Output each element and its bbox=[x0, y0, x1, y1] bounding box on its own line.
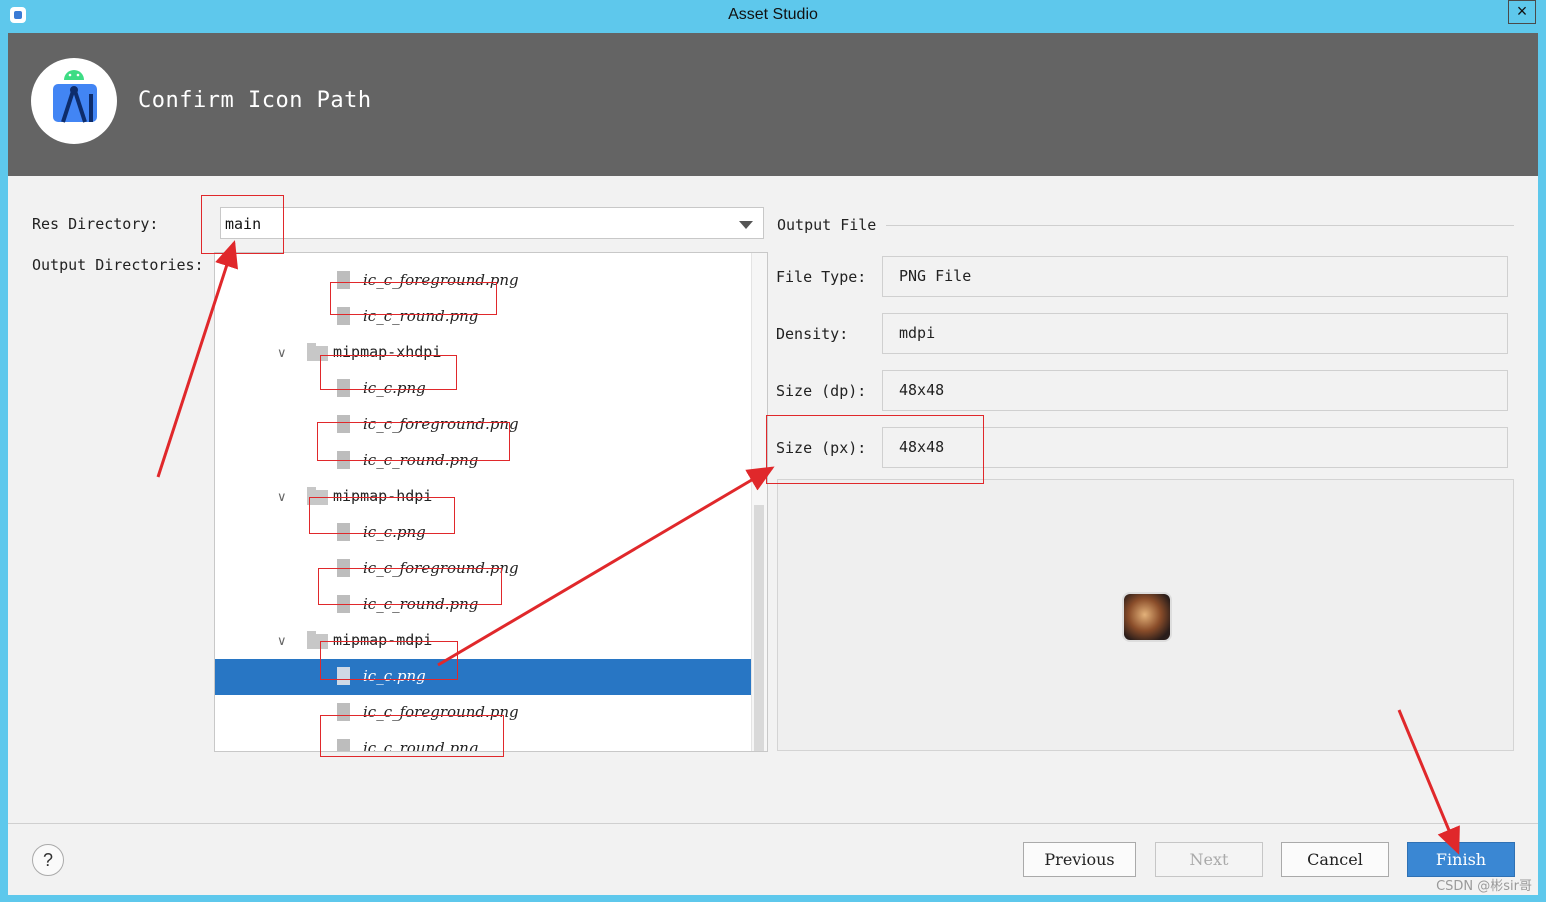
size-dp-label: Size (dp): bbox=[776, 382, 867, 400]
window-title: Asset Studio bbox=[728, 6, 818, 23]
page-title: Confirm Icon Path bbox=[138, 88, 372, 113]
footer-divider bbox=[8, 823, 1538, 824]
res-directory-label: Res Directory: bbox=[32, 215, 159, 233]
tree-folder-row[interactable]: ∨ mipmap-xhdpi bbox=[215, 335, 767, 371]
folder-icon bbox=[307, 343, 328, 361]
size-dp-field: 48x48 bbox=[882, 370, 1508, 411]
icon-preview-image bbox=[1124, 594, 1170, 640]
tree-row[interactable]: ic_c_round.png bbox=[215, 587, 767, 623]
density-field: mdpi bbox=[882, 313, 1508, 354]
cancel-button[interactable]: Cancel bbox=[1281, 842, 1389, 877]
tree-row[interactable]: ic_c_foreground.png bbox=[215, 263, 767, 299]
tree-row-label: ic_c_round.png bbox=[363, 739, 479, 752]
file-type-label: File Type: bbox=[776, 268, 867, 286]
tree-row-selected[interactable]: ic_c.png bbox=[215, 659, 767, 695]
output-directories-label: Output Directories: bbox=[32, 256, 204, 274]
file-type-field: PNG File bbox=[882, 256, 1508, 297]
output-directories-tree[interactable]: ic_c_foreground.png ic_c_round.png ∨ mip… bbox=[214, 252, 768, 752]
file-icon bbox=[337, 271, 350, 289]
android-studio-logo-icon bbox=[31, 58, 117, 144]
file-icon bbox=[337, 559, 350, 577]
file-icon bbox=[337, 451, 350, 469]
tree-folder-row[interactable]: ∨ mipmap-hdpi bbox=[215, 479, 767, 515]
tree-row-label: ic_c_foreground.png bbox=[363, 415, 519, 433]
output-file-divider bbox=[886, 225, 1514, 226]
chevron-down-icon[interactable]: ∨ bbox=[277, 634, 287, 649]
dialog-header: Confirm Icon Path bbox=[8, 33, 1538, 176]
folder-icon bbox=[307, 487, 328, 505]
density-value: mdpi bbox=[899, 324, 936, 342]
previous-button[interactable]: Previous bbox=[1023, 842, 1136, 877]
tree-row-label: ic_c_round.png bbox=[363, 307, 479, 325]
asset-studio-dialog: Confirm Icon Path Res Directory: main Ou… bbox=[8, 33, 1538, 895]
tree-row[interactable]: ic_c.png bbox=[215, 515, 767, 551]
file-icon bbox=[337, 307, 350, 325]
icon-preview-panel bbox=[777, 479, 1514, 751]
size-px-label: Size (px): bbox=[776, 439, 867, 457]
tree-row[interactable]: ic_c_round.png bbox=[215, 299, 767, 335]
tree-row-label: ic_c.png bbox=[363, 523, 426, 541]
file-icon bbox=[337, 379, 350, 397]
tree-folder-label: mipmap-hdpi bbox=[333, 487, 433, 505]
tree-row-label: ic_c_round.png bbox=[363, 451, 479, 469]
tree-folder-label: mipmap-xhdpi bbox=[333, 343, 442, 361]
tree-row[interactable]: ic_c_round.png bbox=[215, 731, 767, 752]
tree-folder-row[interactable]: ∨ mipmap-mdpi bbox=[215, 623, 767, 659]
chevron-down-icon[interactable]: ∨ bbox=[277, 346, 287, 361]
tree-row[interactable]: ic_c_foreground.png bbox=[215, 407, 767, 443]
help-icon[interactable]: ? bbox=[32, 844, 64, 876]
folder-icon bbox=[307, 631, 328, 649]
file-icon bbox=[337, 415, 350, 433]
file-icon bbox=[337, 667, 350, 685]
tree-row-label: ic_c_foreground.png bbox=[363, 271, 519, 289]
tree-row[interactable]: ic_c.png bbox=[215, 371, 767, 407]
tree-row[interactable]: ic_c_foreground.png bbox=[215, 695, 767, 731]
file-icon bbox=[337, 739, 350, 751]
close-icon[interactable]: × bbox=[1508, 0, 1536, 24]
file-icon bbox=[337, 703, 350, 721]
tree-row-label: ic_c_round.png bbox=[363, 595, 479, 613]
density-label: Density: bbox=[776, 325, 849, 343]
output-file-title: Output File bbox=[777, 216, 877, 234]
tree-row-label: ic_c.png bbox=[363, 379, 426, 397]
tree-row[interactable]: ic_c_foreground.png bbox=[215, 551, 767, 587]
size-px-field: 48x48 bbox=[882, 427, 1508, 468]
tree-row-label: ic_c_foreground.png bbox=[363, 703, 519, 721]
watermark: CSDN @彬sir哥 bbox=[1436, 879, 1532, 894]
file-icon bbox=[337, 595, 350, 613]
file-type-value: PNG File bbox=[899, 267, 972, 285]
res-directory-value: main bbox=[225, 215, 262, 233]
window-titlebar: Asset Studio × bbox=[0, 0, 1546, 30]
size-dp-value: 48x48 bbox=[899, 381, 945, 399]
next-button[interactable]: Next bbox=[1155, 842, 1263, 877]
size-px-value: 48x48 bbox=[899, 438, 945, 456]
tree-folder-label: mipmap-mdpi bbox=[333, 631, 433, 649]
tree-scrollbar[interactable] bbox=[751, 253, 767, 751]
tree-row-label: ic_c_foreground.png bbox=[363, 559, 519, 577]
scrollbar-thumb[interactable] bbox=[754, 505, 764, 751]
chevron-down-icon[interactable]: ∨ bbox=[277, 490, 287, 505]
tree-row-label: ic_c.png bbox=[363, 667, 426, 685]
finish-button[interactable]: Finish bbox=[1407, 842, 1515, 877]
chevron-down-icon[interactable] bbox=[739, 221, 753, 229]
tree-row[interactable]: ic_c_round.png bbox=[215, 443, 767, 479]
file-icon bbox=[337, 523, 350, 541]
res-directory-select[interactable]: main bbox=[220, 207, 764, 239]
